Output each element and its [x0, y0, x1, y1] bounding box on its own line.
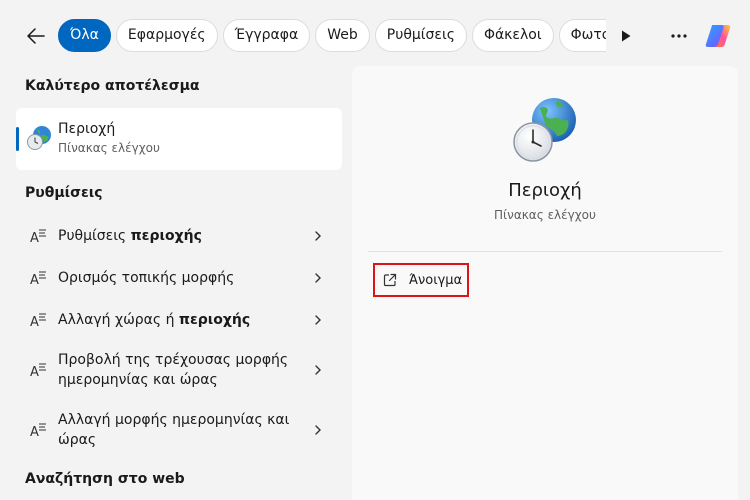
best-match-title: Περιοχή	[58, 121, 116, 137]
results-list: Καλύτερο αποτέλεσμα Περιοχή Πίνακας ελέγ…	[0, 70, 350, 500]
play-icon	[622, 30, 631, 42]
setting-item-label: Αλλαγή μορφής ημερομηνίας και ώρας	[58, 412, 290, 448]
detail-subtitle: Πίνακας ελέγχου	[494, 208, 596, 222]
setting-item-change-date-time-format[interactable]: A Αλλαγή μορφής ημερομηνίας και ώρας	[16, 404, 342, 456]
setting-item-label: Ορισμός τοπικής μορφής	[58, 270, 235, 286]
setting-item-change-country[interactable]: A Αλλαγή χώρας ή περιοχής	[16, 302, 342, 338]
tab-web[interactable]: Web	[315, 19, 370, 52]
detail-title: Περιοχή	[508, 180, 582, 201]
tab-settings[interactable]: Ρυθμίσεις	[374, 19, 467, 52]
setting-item-region-settings[interactable]: A Ρυθμίσεις περιοχής	[16, 218, 342, 254]
tab-documents[interactable]: Έγγραφα	[222, 19, 311, 52]
chevron-right-icon	[315, 315, 321, 325]
chevron-right-icon	[315, 273, 321, 283]
more-options-button[interactable]	[664, 22, 694, 50]
detail-panel: Περιοχή Πίνακας ελέγχου Άνοιγμα	[352, 66, 738, 500]
svg-text:A: A	[30, 273, 39, 287]
svg-text:A: A	[30, 231, 39, 245]
chevron-right-icon	[315, 365, 321, 375]
setting-item-label: Προβολή της τρέχουσας μορφής ημερομηνίας …	[58, 352, 289, 388]
chevron-right-icon	[315, 231, 321, 241]
open-external-icon	[383, 273, 397, 287]
open-label: Άνοιγμα	[409, 272, 463, 288]
settings-text-icon: A	[30, 363, 46, 379]
back-arrow-icon	[27, 28, 45, 44]
more-icon	[671, 34, 687, 38]
region-globe-clock-icon	[27, 126, 51, 150]
tab-all[interactable]: Όλα	[58, 19, 111, 52]
filter-tabs: Όλα Εφαρμογές Έγγραφα Web Ρυθμίσεις Φάκε…	[58, 19, 606, 53]
settings-heading: Ρυθμίσεις	[25, 185, 103, 201]
setting-item-label: Ρυθμίσεις περιοχής	[58, 228, 202, 244]
tab-folders[interactable]: Φάκελοι	[471, 19, 554, 52]
svg-text:A: A	[30, 315, 39, 329]
search-filter-bar: Όλα Εφαρμογές Έγγραφα Web Ρυθμίσεις Φάκε…	[0, 0, 750, 70]
chevron-right-icon	[315, 425, 321, 435]
setting-item-view-date-time-format[interactable]: A Προβολή της τρέχουσας μορφής ημερομηνία…	[16, 344, 342, 396]
region-globe-clock-icon	[513, 98, 576, 162]
divider	[368, 251, 722, 252]
selection-indicator	[16, 127, 19, 151]
svg-text:A: A	[30, 425, 39, 439]
scroll-tabs-button[interactable]	[612, 22, 640, 50]
setting-item-local-format[interactable]: A Ορισμός τοπικής μορφής	[16, 260, 342, 296]
back-button[interactable]	[20, 22, 52, 50]
settings-text-icon: A	[30, 423, 46, 439]
svg-text:A: A	[30, 365, 39, 379]
best-match-subtitle: Πίνακας ελέγχου	[58, 141, 160, 155]
tab-photos[interactable]: Φωτογραφίες	[558, 19, 606, 52]
settings-text-icon: A	[30, 313, 46, 329]
best-match-result[interactable]: Περιοχή Πίνακας ελέγχου	[16, 108, 342, 170]
best-match-heading: Καλύτερο αποτέλεσμα	[25, 78, 200, 94]
tab-apps[interactable]: Εφαρμογές	[115, 19, 218, 52]
settings-text-icon: A	[30, 271, 46, 287]
copilot-button[interactable]	[700, 18, 736, 54]
settings-text-icon: A	[30, 229, 46, 245]
setting-item-label: Αλλαγή χώρας ή περιοχής	[58, 312, 251, 328]
web-search-heading: Αναζήτηση στο web	[25, 471, 185, 487]
copilot-icon	[705, 25, 731, 47]
open-button[interactable]: Άνοιγμα	[373, 263, 469, 297]
